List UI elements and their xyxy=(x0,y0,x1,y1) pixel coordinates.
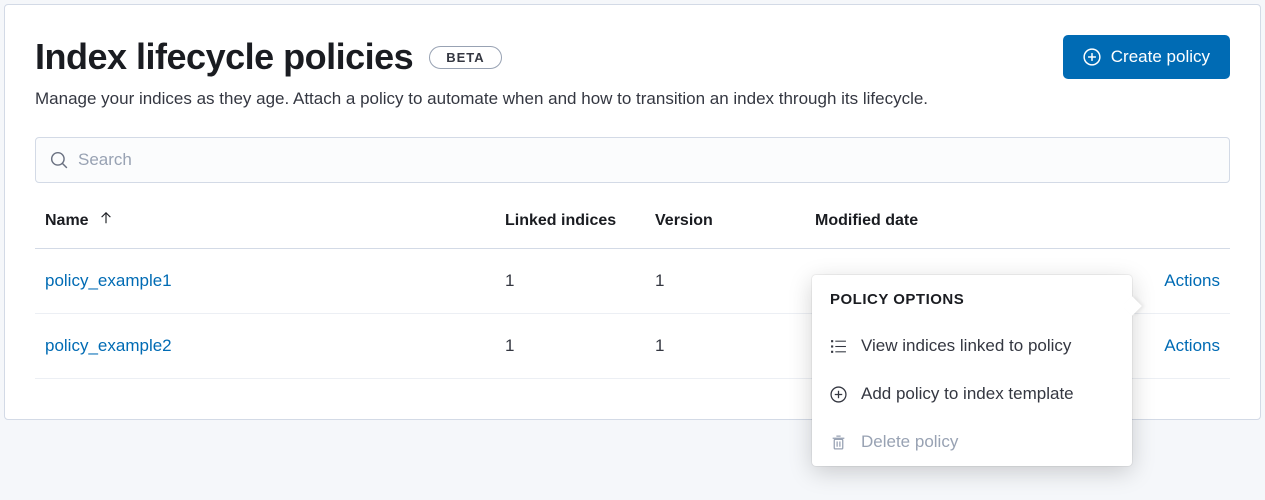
policy-options-popover: POLICY OPTIONS View indices linked to po… xyxy=(812,275,1132,466)
column-header-modified[interactable]: Modified date xyxy=(805,191,1140,249)
version-cell: 1 xyxy=(645,314,805,379)
create-policy-button[interactable]: Create policy xyxy=(1063,35,1230,79)
page-description: Manage your indices as they age. Attach … xyxy=(35,89,1230,109)
plus-circle-icon xyxy=(1083,48,1101,66)
delete-policy-menu-item[interactable]: Delete policy xyxy=(812,418,1132,466)
version-cell: 1 xyxy=(645,249,805,314)
header-row: Index lifecycle policies BETA Create pol… xyxy=(35,35,1230,79)
create-policy-label: Create policy xyxy=(1111,47,1210,67)
search-icon xyxy=(50,151,68,169)
linked-indices-cell: 1 xyxy=(495,249,645,314)
plus-circle-icon xyxy=(830,386,847,403)
actions-button[interactable]: Actions xyxy=(1150,271,1220,291)
page-title: Index lifecycle policies xyxy=(35,36,413,78)
linked-indices-cell: 1 xyxy=(495,314,645,379)
column-name-label: Name xyxy=(45,212,89,229)
search-input[interactable] xyxy=(78,150,1215,170)
sort-ascending-icon xyxy=(99,211,113,230)
trash-icon xyxy=(830,434,847,451)
beta-badge: BETA xyxy=(429,46,501,69)
view-indices-menu-item[interactable]: View indices linked to policy xyxy=(812,322,1132,370)
policies-panel: Index lifecycle policies BETA Create pol… xyxy=(4,4,1261,420)
add-to-template-menu-item[interactable]: Add policy to index template xyxy=(812,370,1132,418)
column-header-version[interactable]: Version xyxy=(645,191,805,249)
popover-title: POLICY OPTIONS xyxy=(812,275,1132,322)
title-group: Index lifecycle policies BETA xyxy=(35,36,502,78)
actions-button[interactable]: Actions xyxy=(1150,336,1220,356)
column-header-name[interactable]: Name xyxy=(35,191,495,249)
add-to-template-label: Add policy to index template xyxy=(861,384,1074,404)
column-header-linked[interactable]: Linked indices xyxy=(495,191,645,249)
search-wrapper[interactable] xyxy=(35,137,1230,183)
delete-policy-label: Delete policy xyxy=(861,432,958,452)
list-icon xyxy=(830,338,847,355)
policy-name-link[interactable]: policy_example2 xyxy=(45,336,172,355)
policy-name-link[interactable]: policy_example1 xyxy=(45,271,172,290)
view-indices-label: View indices linked to policy xyxy=(861,336,1071,356)
column-header-actions xyxy=(1140,191,1230,249)
